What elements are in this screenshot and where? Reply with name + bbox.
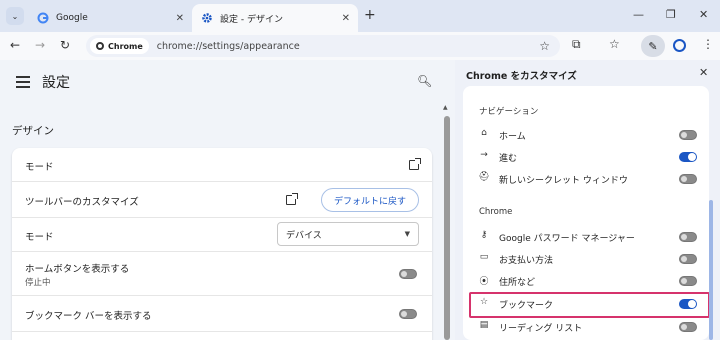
bookmarks-bar-row[interactable]: ブックマーク バーを表示する: [12, 296, 432, 332]
tab-google[interactable]: Google ✕: [28, 4, 192, 32]
forward-arrow-icon[interactable]: →: [35, 38, 45, 52]
new-tab-plus-icon[interactable]: +: [364, 7, 376, 23]
appearance-card: モード ツールバーのカスタマイズ デフォルトに戻す モード デバイス ▼ ホーム…: [12, 148, 432, 340]
bookmark-star-icon[interactable]: ☆: [539, 39, 550, 53]
pin-row-addresses[interactable]: ⦿ 住所など: [463, 270, 709, 292]
location-pin-icon: ⦿: [479, 277, 489, 287]
navigation-heading: ナビゲーション: [479, 107, 539, 117]
chrome-logo-icon: [96, 42, 104, 50]
home-icon: ⌂: [481, 128, 487, 138]
tab-settings[interactable]: 設定 - デザイン ✕: [192, 4, 358, 32]
section-title: デザイン: [12, 125, 54, 137]
pencil-icon: ✎: [648, 39, 658, 53]
home-button-row[interactable]: ホームボタンを表示する 停止中: [12, 252, 432, 296]
pin-row-password-manager[interactable]: ⚷ Google パスワード マネージャー: [463, 226, 709, 248]
minimize-icon[interactable]: —: [633, 8, 644, 21]
url-text[interactable]: chrome://settings/appearance: [157, 41, 539, 52]
pin-row-forward[interactable]: → 進む: [463, 146, 709, 168]
row-label: ツールバーのカスタマイズ: [25, 197, 139, 208]
reload-icon[interactable]: ↻: [60, 38, 70, 52]
page-title: 設定: [42, 75, 70, 91]
gear-icon: [200, 12, 213, 25]
open-external-icon[interactable]: [286, 193, 298, 205]
hamburger-menu-icon[interactable]: [16, 76, 30, 91]
window-close-icon[interactable]: ✕: [699, 8, 708, 21]
scroll-up-arrow-icon[interactable]: ▲: [443, 104, 448, 111]
select-value: デバイス: [286, 230, 322, 241]
settings-page: 設定 🔍︎ デザイン モード ツールバーのカスタマイズ デフォルトに戻す モード…: [0, 60, 455, 340]
panel-close-icon[interactable]: ✕: [699, 66, 708, 79]
page-scrollbar[interactable]: ▲: [443, 104, 451, 340]
browser-toolbar: ← → ↻ Chrome chrome://settings/appearanc…: [0, 32, 720, 60]
addresses-pin-toggle[interactable]: [679, 276, 697, 286]
home-button-toggle[interactable]: [399, 269, 417, 279]
pin-label: お支払い方法: [499, 256, 554, 266]
chrome-heading: Chrome: [479, 207, 513, 217]
close-tab-icon[interactable]: ✕: [342, 13, 350, 24]
reset-default-button[interactable]: デフォルトに戻す: [321, 188, 419, 212]
chevron-down-icon: ⌄: [11, 11, 19, 21]
panel-title: Chrome をカスタマイズ: [466, 71, 577, 82]
pin-label: リーディング リスト: [499, 324, 583, 334]
arrow-forward-icon: →: [480, 150, 488, 160]
tab-title: Google: [56, 13, 88, 23]
payment-pin-toggle[interactable]: [679, 254, 697, 264]
customize-chrome-button[interactable]: ✎: [641, 35, 665, 57]
site-chip-label: Chrome: [108, 41, 143, 51]
bookmarks-list-icon[interactable]: ☆: [609, 37, 620, 51]
close-tab-icon[interactable]: ✕: [176, 13, 184, 24]
key-icon: ⚷: [480, 230, 488, 240]
search-icon[interactable]: 🔍︎: [417, 74, 432, 88]
mode-row: モード デバイス ▼: [12, 218, 432, 252]
pin-label: 進む: [499, 154, 518, 164]
row-label: モード: [25, 232, 54, 243]
credit-card-icon: ▭: [479, 252, 489, 262]
pin-row-home[interactable]: ⌂ ホーム: [463, 124, 709, 146]
pin-label: 住所など: [499, 278, 536, 288]
google-g-icon: [36, 12, 49, 25]
panel-scrollbar[interactable]: [709, 200, 713, 340]
pin-row-reading-list[interactable]: ▤ リーディング リスト: [463, 316, 709, 338]
address-bar[interactable]: Chrome chrome://settings/appearance ☆: [86, 35, 560, 57]
incognito-icon: ⛑: [478, 172, 490, 182]
pin-row-payment[interactable]: ▭ お支払い方法: [463, 248, 709, 270]
back-arrow-icon[interactable]: ←: [10, 38, 20, 52]
incognito-pin-toggle[interactable]: [679, 174, 697, 184]
restore-icon[interactable]: ❐: [666, 8, 676, 21]
extensions-puzzle-icon[interactable]: ⧉: [572, 37, 581, 52]
more-menu-icon[interactable]: ⋮: [702, 37, 714, 51]
scroll-thumb[interactable]: [444, 116, 450, 340]
bookmarks-bar-toggle[interactable]: [399, 309, 417, 319]
password-manager-pin-toggle[interactable]: [679, 232, 697, 242]
site-chip[interactable]: Chrome: [90, 38, 149, 54]
profile-avatar-icon[interactable]: [673, 39, 686, 52]
theme-row[interactable]: モード: [12, 148, 432, 182]
row-label: ブックマーク バーを表示する: [25, 311, 152, 322]
tab-title: 設定 - デザイン: [220, 14, 283, 25]
toolbar-customize-row[interactable]: ツールバーのカスタマイズ デフォルトに戻す: [12, 182, 432, 218]
pin-label: Google パスワード マネージャー: [499, 234, 635, 244]
reading-list-icon: ▤: [479, 320, 489, 330]
home-pin-toggle[interactable]: [679, 130, 697, 140]
customize-chrome-panel: Chrome をカスタマイズ ✕ ナビゲーション ⌂ ホーム → 進む ⛑ 新し…: [455, 60, 720, 340]
open-external-icon[interactable]: [409, 158, 421, 170]
tab-strip: ⌄ Google ✕ 設定 - デザイン ✕ + — ❐ ✕: [0, 0, 720, 32]
pin-label: ホーム: [499, 132, 526, 142]
pin-label: 新しいシークレット ウィンドウ: [499, 176, 628, 186]
row-label: モード: [25, 162, 54, 173]
forward-pin-toggle[interactable]: [679, 152, 697, 162]
reading-list-pin-toggle[interactable]: [679, 322, 697, 332]
row-sublabel: 停止中: [25, 278, 51, 288]
dropdown-caret-icon: ▼: [404, 230, 410, 238]
row-label: ホームボタンを表示する: [25, 264, 130, 275]
mode-select[interactable]: デバイス ▼: [277, 222, 419, 246]
tab-search-button[interactable]: ⌄: [6, 7, 24, 25]
pin-row-incognito[interactable]: ⛑ 新しいシークレット ウィンドウ: [463, 168, 709, 190]
highlight-box: [469, 292, 710, 318]
